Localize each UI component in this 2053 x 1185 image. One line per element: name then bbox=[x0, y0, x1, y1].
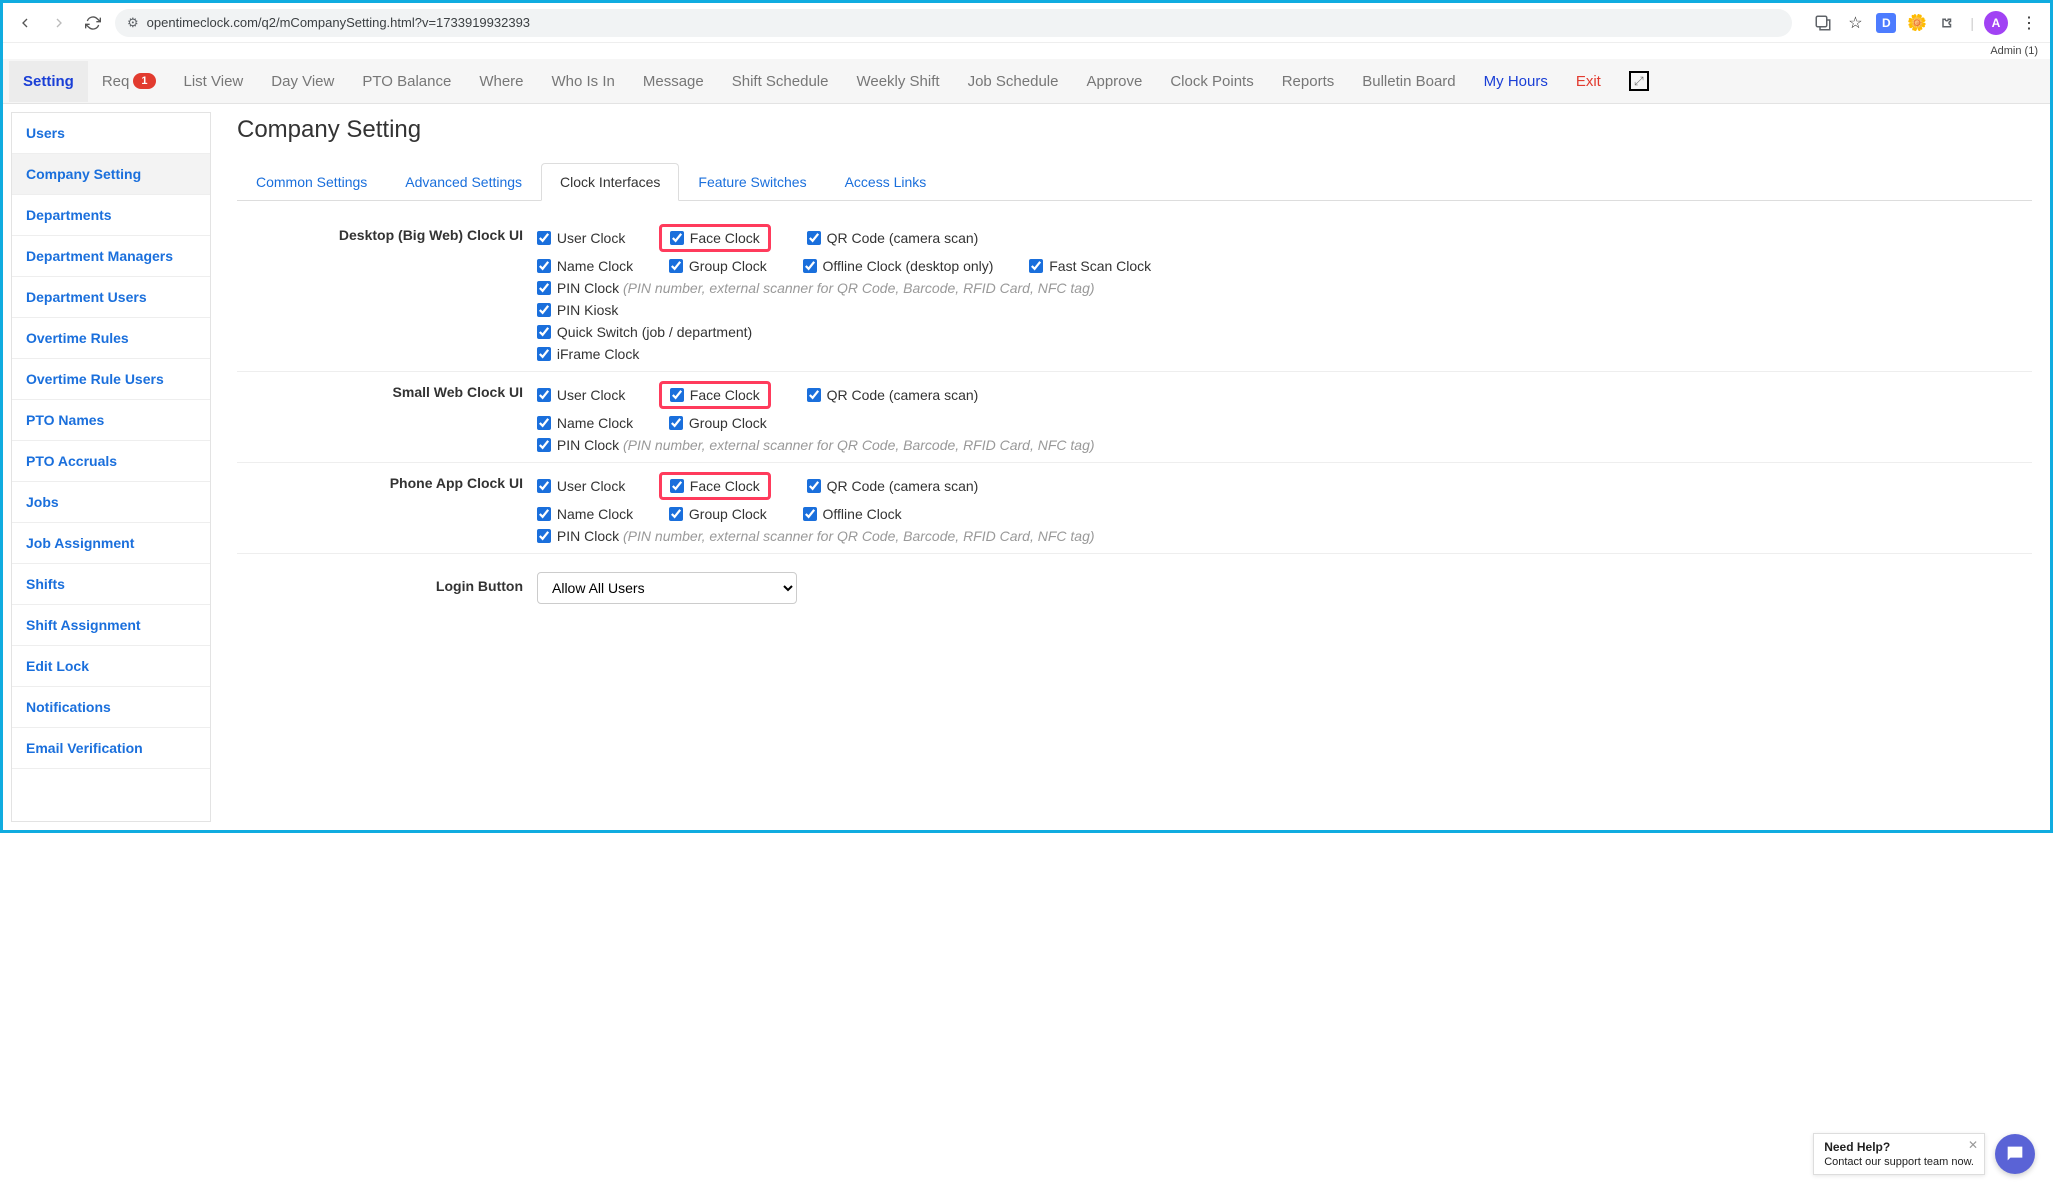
tab-access-links[interactable]: Access Links bbox=[826, 163, 946, 201]
check-phone-qr-code[interactable]: QR Code (camera scan) bbox=[807, 478, 979, 494]
fullscreen-button[interactable]: ⤢ bbox=[1615, 59, 1663, 103]
nav-list-view[interactable]: List View bbox=[170, 61, 258, 102]
check-small-group-clock[interactable]: Group Clock bbox=[669, 415, 767, 431]
req-badge: 1 bbox=[133, 73, 155, 89]
check-desktop-iframe-clock[interactable]: iFrame Clock bbox=[537, 346, 639, 362]
address-bar[interactable]: ⚙ opentimeclock.com/q2/mCompanySetting.h… bbox=[115, 9, 1792, 37]
nav-where[interactable]: Where bbox=[465, 61, 537, 102]
check-small-face-clock[interactable]: Face Clock bbox=[659, 381, 771, 409]
page-title: Company Setting bbox=[237, 116, 2032, 144]
nav-weekly-shift[interactable]: Weekly Shift bbox=[842, 61, 953, 102]
forward-button[interactable] bbox=[47, 11, 71, 35]
nav-job-schedule[interactable]: Job Schedule bbox=[954, 61, 1073, 102]
check-desktop-group-clock[interactable]: Group Clock bbox=[669, 258, 767, 274]
sidebar-item-overtime-rule-users[interactable]: Overtime Rule Users bbox=[12, 359, 210, 400]
check-phone-face-clock[interactable]: Face Clock bbox=[659, 472, 771, 500]
bookmark-icon[interactable]: ☆ bbox=[1844, 12, 1866, 34]
nav-who-is-in[interactable]: Who Is In bbox=[538, 61, 629, 102]
nav-message[interactable]: Message bbox=[629, 61, 718, 102]
check-phone-user-clock[interactable]: User Clock bbox=[537, 478, 627, 494]
main-panel: Company Setting Common Settings Advanced… bbox=[219, 104, 2050, 830]
sidebar-item-shift-assignment[interactable]: Shift Assignment bbox=[12, 605, 210, 646]
url-text: opentimeclock.com/q2/mCompanySetting.htm… bbox=[147, 15, 530, 30]
login-button-select[interactable]: Allow All Users bbox=[537, 572, 797, 604]
check-desktop-quick-switch[interactable]: Quick Switch (job / department) bbox=[537, 324, 752, 340]
nav-approve[interactable]: Approve bbox=[1072, 61, 1156, 102]
check-desktop-pin-kiosk[interactable]: PIN Kiosk bbox=[537, 302, 618, 318]
sidebar-item-departments[interactable]: Departments bbox=[12, 195, 210, 236]
check-phone-name-clock[interactable]: Name Clock bbox=[537, 506, 633, 522]
nav-my-hours[interactable]: My Hours bbox=[1470, 61, 1562, 102]
extension-flower-icon[interactable]: 🌼 bbox=[1906, 12, 1928, 34]
nav-setting[interactable]: Setting bbox=[9, 61, 88, 102]
section-desktop-clock: Desktop (Big Web) Clock UI User Clock Fa… bbox=[237, 215, 2032, 372]
section-small-web-clock: Small Web Clock UI User Clock Face Clock… bbox=[237, 372, 2032, 463]
nav-reports[interactable]: Reports bbox=[1268, 61, 1349, 102]
admin-label: Admin (1) bbox=[3, 43, 2050, 59]
extension-d-icon[interactable]: D bbox=[1876, 13, 1896, 33]
check-small-user-clock[interactable]: User Clock bbox=[537, 387, 627, 403]
nav-day-view[interactable]: Day View bbox=[257, 61, 348, 102]
section-phone-clock: Phone App Clock UI User Clock Face Clock… bbox=[237, 463, 2032, 554]
check-small-pin-clock[interactable]: PIN Clock (PIN number, external scanner … bbox=[537, 437, 1095, 453]
login-button-label: Login Button bbox=[237, 572, 537, 604]
sidebar-item-shifts[interactable]: Shifts bbox=[12, 564, 210, 605]
settings-tabs: Common Settings Advanced Settings Clock … bbox=[237, 162, 2032, 201]
check-desktop-offline-clock[interactable]: Offline Clock (desktop only) bbox=[803, 258, 994, 274]
check-desktop-name-clock[interactable]: Name Clock bbox=[537, 258, 633, 274]
section-label-small: Small Web Clock UI bbox=[237, 378, 537, 456]
check-phone-group-clock[interactable]: Group Clock bbox=[669, 506, 767, 522]
nav-pto-balance[interactable]: PTO Balance bbox=[348, 61, 465, 102]
reload-button[interactable] bbox=[81, 11, 105, 35]
browser-toolbar: ⚙ opentimeclock.com/q2/mCompanySetting.h… bbox=[3, 3, 2050, 43]
sidebar-item-pto-accruals[interactable]: PTO Accruals bbox=[12, 441, 210, 482]
top-navigation: Setting Req1 List View Day View PTO Bala… bbox=[3, 59, 2050, 104]
sidebar-item-edit-lock[interactable]: Edit Lock bbox=[12, 646, 210, 687]
nav-req[interactable]: Req1 bbox=[88, 61, 170, 102]
check-small-name-clock[interactable]: Name Clock bbox=[537, 415, 633, 431]
fullscreen-icon: ⤢ bbox=[1629, 71, 1649, 91]
sidebar-item-users[interactable]: Users bbox=[12, 113, 210, 154]
settings-sidebar: Users Company Setting Departments Depart… bbox=[11, 112, 211, 822]
sidebar-item-department-managers[interactable]: Department Managers bbox=[12, 236, 210, 277]
sidebar-item-job-assignment[interactable]: Job Assignment bbox=[12, 523, 210, 564]
tab-advanced-settings[interactable]: Advanced Settings bbox=[386, 163, 541, 201]
tab-feature-switches[interactable]: Feature Switches bbox=[679, 163, 825, 201]
section-login-button: Login Button Allow All Users bbox=[237, 554, 2032, 610]
sidebar-item-overtime-rules[interactable]: Overtime Rules bbox=[12, 318, 210, 359]
nav-clock-points[interactable]: Clock Points bbox=[1156, 61, 1267, 102]
extensions-puzzle-icon[interactable] bbox=[1938, 12, 1960, 34]
site-settings-icon[interactable]: ⚙ bbox=[127, 15, 139, 31]
sidebar-item-department-users[interactable]: Department Users bbox=[12, 277, 210, 318]
profile-avatar[interactable]: A bbox=[1984, 11, 2008, 35]
browser-menu-icon[interactable]: ⋮ bbox=[2018, 12, 2040, 34]
tab-common-settings[interactable]: Common Settings bbox=[237, 163, 386, 201]
check-desktop-face-clock[interactable]: Face Clock bbox=[659, 224, 771, 252]
check-desktop-qr-code[interactable]: QR Code (camera scan) bbox=[807, 230, 979, 246]
nav-exit[interactable]: Exit bbox=[1562, 61, 1615, 102]
nav-bulletin-board[interactable]: Bulletin Board bbox=[1348, 61, 1469, 102]
section-label-phone: Phone App Clock UI bbox=[237, 469, 537, 547]
check-desktop-fast-scan[interactable]: Fast Scan Clock bbox=[1029, 258, 1151, 274]
tab-clock-interfaces[interactable]: Clock Interfaces bbox=[541, 163, 679, 201]
check-desktop-pin-clock[interactable]: PIN Clock (PIN number, external scanner … bbox=[537, 280, 1095, 296]
check-small-qr-code[interactable]: QR Code (camera scan) bbox=[807, 387, 979, 403]
back-button[interactable] bbox=[13, 11, 37, 35]
check-desktop-user-clock[interactable]: User Clock bbox=[537, 230, 627, 246]
check-phone-pin-clock[interactable]: PIN Clock (PIN number, external scanner … bbox=[537, 528, 1095, 544]
sidebar-item-notifications[interactable]: Notifications bbox=[12, 687, 210, 728]
section-label-desktop: Desktop (Big Web) Clock UI bbox=[237, 221, 537, 365]
nav-shift-schedule[interactable]: Shift Schedule bbox=[718, 61, 843, 102]
check-phone-offline-clock[interactable]: Offline Clock bbox=[803, 506, 902, 522]
install-app-icon[interactable] bbox=[1812, 12, 1834, 34]
sidebar-item-pto-names[interactable]: PTO Names bbox=[12, 400, 210, 441]
sidebar-item-company-setting[interactable]: Company Setting bbox=[12, 154, 210, 195]
sidebar-item-jobs[interactable]: Jobs bbox=[12, 482, 210, 523]
sidebar-item-email-verification[interactable]: Email Verification bbox=[12, 728, 210, 769]
